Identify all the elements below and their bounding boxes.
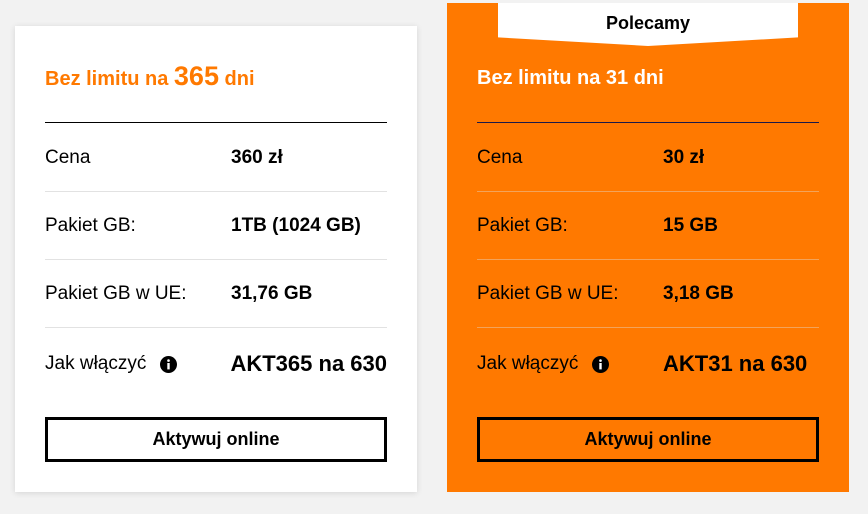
recommended-badge: Polecamy bbox=[498, 3, 798, 46]
info-icon[interactable] bbox=[592, 355, 610, 373]
price-row: Cena 30 zł bbox=[477, 124, 819, 192]
activation-row: Jak włączyć AKT31 na 630 bbox=[477, 330, 819, 398]
eu-data-package-label: Pakiet GB w UE: bbox=[477, 282, 619, 304]
data-package-label: Pakiet GB: bbox=[45, 214, 136, 236]
divider bbox=[477, 122, 819, 123]
activation-label-group: Jak włączyć bbox=[477, 353, 663, 375]
plan-title-number: 365 bbox=[173, 61, 219, 91]
price-value: 360 zł bbox=[231, 146, 283, 168]
info-icon[interactable] bbox=[160, 355, 178, 373]
activation-label-group: Jak włączyć bbox=[45, 353, 230, 375]
data-package-value: 15 GB bbox=[663, 214, 718, 236]
price-label: Cena bbox=[45, 146, 91, 168]
activation-label: Jak włączyć bbox=[45, 353, 147, 374]
eu-data-package-value: 3,18 GB bbox=[663, 282, 734, 304]
price-label: Cena bbox=[477, 146, 523, 168]
activate-online-button[interactable]: Aktywuj online bbox=[477, 417, 819, 462]
eu-data-package-value: 31,76 GB bbox=[231, 282, 313, 304]
plan-title-suffix: dni bbox=[218, 68, 255, 90]
data-package-row: Pakiet GB: 15 GB bbox=[477, 192, 819, 260]
activation-code: AKT365 na 630 bbox=[230, 351, 387, 376]
plan-card-365: Bez limitu na 365 dni Cena 360 zł Pakiet… bbox=[15, 26, 417, 492]
eu-data-package-row: Pakiet GB w UE: 31,76 GB bbox=[45, 260, 387, 328]
plan-title: Bez limitu na 365 dni bbox=[45, 61, 255, 92]
price-row: Cena 360 zł bbox=[45, 124, 387, 192]
plan-title-prefix: Bez limitu na bbox=[45, 68, 174, 90]
activation-row: Jak włączyć AKT365 na 630 bbox=[45, 330, 387, 398]
plan-card-31: Polecamy Bez limitu na 31 dni Cena 30 zł… bbox=[447, 3, 849, 492]
eu-data-package-label: Pakiet GB w UE: bbox=[45, 282, 187, 304]
data-package-label: Pakiet GB: bbox=[477, 214, 568, 236]
data-package-row: Pakiet GB: 1TB (1024 GB) bbox=[45, 192, 387, 260]
eu-data-package-row: Pakiet GB w UE: 3,18 GB bbox=[477, 260, 819, 328]
divider bbox=[45, 122, 387, 123]
activation-code: AKT31 na 630 bbox=[663, 351, 808, 376]
activation-label: Jak włączyć bbox=[477, 353, 579, 374]
plan-title: Bez limitu na 31 dni bbox=[477, 67, 664, 89]
price-value: 30 zł bbox=[663, 146, 705, 168]
data-package-value: 1TB (1024 GB) bbox=[231, 214, 361, 236]
activate-online-button[interactable]: Aktywuj online bbox=[45, 417, 387, 462]
